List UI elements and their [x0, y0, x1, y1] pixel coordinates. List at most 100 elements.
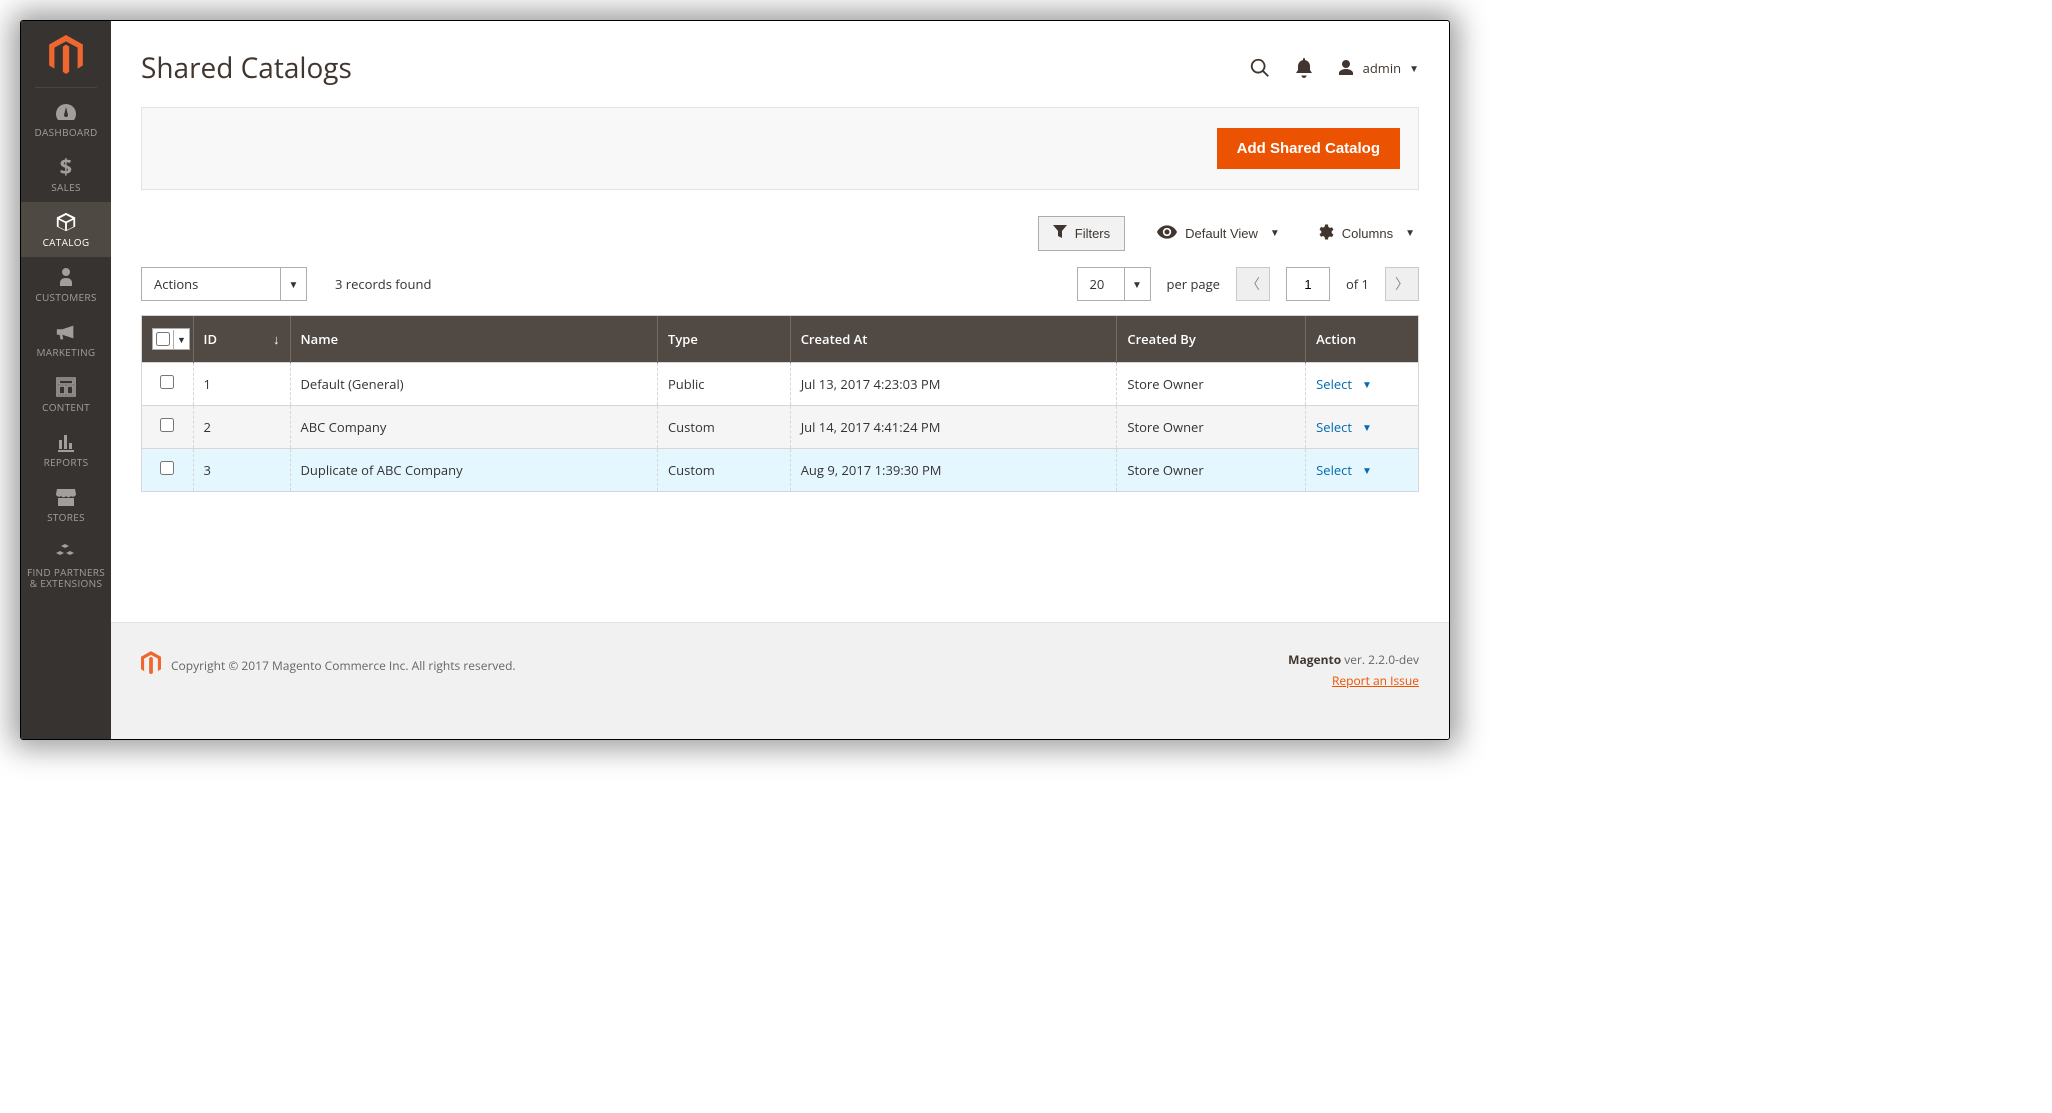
- row-select-action[interactable]: Select▼: [1316, 375, 1408, 393]
- cell-created-at: Jul 14, 2017 4:41:24 PM: [790, 406, 1117, 449]
- sidebar-item-label: DASHBOARD: [30, 127, 101, 138]
- eye-icon: [1157, 225, 1177, 242]
- chevron-down-icon[interactable]: ▼: [281, 267, 307, 301]
- column-header-created-by[interactable]: Created By: [1117, 316, 1306, 363]
- footer-brand: Magento: [1288, 651, 1341, 668]
- admin-footer: Copyright © 2017 Magento Commerce Inc. A…: [111, 622, 1449, 739]
- row-select-action[interactable]: Select▼: [1316, 461, 1408, 479]
- funnel-icon: [1053, 225, 1067, 242]
- megaphone-icon: [55, 320, 77, 344]
- table-row: 1 Default (General) Public Jul 13, 2017 …: [142, 363, 1418, 406]
- column-header-created-at[interactable]: Created At: [790, 316, 1117, 363]
- gear-icon: [1316, 223, 1334, 244]
- column-header-name[interactable]: Name: [290, 316, 657, 363]
- columns-button[interactable]: Columns ▼: [1312, 217, 1419, 250]
- default-view-label: Default View: [1185, 226, 1258, 241]
- bulk-actions-select[interactable]: Actions ▼: [141, 267, 307, 301]
- sidebar-item-partners[interactable]: FIND PARTNERS & EXTENSIONS: [21, 532, 111, 598]
- columns-label: Columns: [1342, 226, 1393, 241]
- cell-created-at: Jul 13, 2017 4:23:03 PM: [790, 363, 1117, 406]
- report-issue-link[interactable]: Report an Issue: [1332, 672, 1419, 689]
- cell-created-at: Aug 9, 2017 1:39:30 PM: [790, 449, 1117, 492]
- chevron-right-icon: 〉: [1395, 274, 1409, 294]
- sidebar-item-reports[interactable]: REPORTS: [21, 422, 111, 477]
- sidebar-item-label: FIND PARTNERS & EXTENSIONS: [21, 567, 111, 589]
- sidebar-item-label: MARKETING: [33, 347, 100, 358]
- column-header-id[interactable]: ID ↓: [193, 316, 290, 363]
- cell-id: 3: [193, 449, 290, 492]
- row-checkbox[interactable]: [160, 375, 174, 389]
- footer-version: ver. 2.2.0-dev: [1341, 651, 1419, 668]
- sidebar-item-label: CONTENT: [38, 402, 94, 413]
- page-actions-bar: Add Shared Catalog: [141, 107, 1419, 190]
- layout-icon: [56, 375, 76, 399]
- copyright-text: Copyright © 2017 Magento Commerce Inc. A…: [171, 657, 516, 674]
- chevron-left-icon: 〈: [1246, 274, 1260, 294]
- table-row: 3 Duplicate of ABC Company Custom Aug 9,…: [142, 449, 1418, 492]
- page-of-label: of 1: [1346, 275, 1369, 293]
- row-checkbox[interactable]: [160, 418, 174, 432]
- chevron-down-icon: ▼: [1405, 228, 1415, 239]
- per-page-select[interactable]: 20 ▼: [1077, 267, 1151, 301]
- chevron-down-icon[interactable]: ▼: [1125, 267, 1151, 301]
- sidebar-item-customers[interactable]: CUSTOMERS: [21, 257, 111, 312]
- cell-name: ABC Company: [290, 406, 657, 449]
- cell-created-by: Store Owner: [1117, 363, 1306, 406]
- next-page-button[interactable]: 〉: [1385, 267, 1419, 301]
- page-number-input[interactable]: [1286, 267, 1330, 301]
- bars-icon: [56, 430, 76, 454]
- chevron-down-icon[interactable]: ▼: [173, 330, 189, 349]
- sidebar-item-dashboard[interactable]: DASHBOARD: [21, 92, 111, 147]
- magento-logo-small: [141, 651, 161, 679]
- table-row: 2 ABC Company Custom Jul 14, 2017 4:41:2…: [142, 406, 1418, 449]
- chevron-down-icon: ▼: [1362, 377, 1372, 391]
- cell-id: 1: [193, 363, 290, 406]
- box-icon: [55, 210, 77, 234]
- filters-label: Filters: [1075, 226, 1110, 241]
- cell-created-by: Store Owner: [1117, 449, 1306, 492]
- cell-created-by: Store Owner: [1117, 406, 1306, 449]
- sidebar-item-label: CATALOG: [39, 237, 94, 248]
- sidebar-item-stores[interactable]: STORES: [21, 477, 111, 532]
- sidebar-item-label: CUSTOMERS: [31, 292, 100, 303]
- cell-name: Default (General): [290, 363, 657, 406]
- add-shared-catalog-button[interactable]: Add Shared Catalog: [1217, 128, 1400, 169]
- filters-button[interactable]: Filters: [1038, 216, 1125, 251]
- column-header-action[interactable]: Action: [1306, 316, 1418, 363]
- page-title: Shared Catalogs: [141, 49, 352, 87]
- gauge-icon: [54, 100, 78, 124]
- shared-catalogs-grid: ▼ ID ↓ Name Type Created At Created By A…: [141, 315, 1419, 492]
- select-all-header[interactable]: ▼: [142, 316, 193, 363]
- person-icon: [58, 265, 74, 289]
- chevron-down-icon: ▼: [1362, 463, 1372, 477]
- default-view-button[interactable]: Default View ▼: [1153, 219, 1284, 248]
- bell-icon[interactable]: [1295, 58, 1313, 78]
- sidebar-item-label: SALES: [47, 182, 85, 193]
- blocks-icon: [55, 540, 77, 564]
- magento-logo[interactable]: [21, 21, 111, 85]
- chevron-down-icon: ▼: [1409, 61, 1419, 75]
- column-header-type[interactable]: Type: [657, 316, 790, 363]
- sort-desc-icon: ↓: [273, 330, 280, 348]
- account-label: admin: [1363, 59, 1401, 77]
- account-menu[interactable]: admin ▼: [1337, 59, 1419, 77]
- per-page-value: 20: [1077, 267, 1125, 301]
- bulk-actions-label: Actions: [141, 267, 281, 301]
- select-all-checkbox[interactable]: [156, 332, 170, 346]
- sidebar-item-content[interactable]: CONTENT: [21, 367, 111, 422]
- prev-page-button[interactable]: 〈: [1236, 267, 1270, 301]
- dollar-icon: $: [57, 155, 75, 179]
- sidebar-item-label: STORES: [43, 512, 89, 523]
- row-checkbox[interactable]: [160, 461, 174, 475]
- sidebar-item-marketing[interactable]: MARKETING: [21, 312, 111, 367]
- sidebar-item-sales[interactable]: $ SALES: [21, 147, 111, 202]
- chevron-down-icon: ▼: [1362, 420, 1372, 434]
- sidebar-item-label: REPORTS: [40, 457, 93, 468]
- search-icon[interactable]: [1249, 57, 1271, 79]
- per-page-label: per page: [1167, 275, 1220, 293]
- cell-type: Custom: [657, 406, 790, 449]
- row-select-action[interactable]: Select▼: [1316, 418, 1408, 436]
- cell-name: Duplicate of ABC Company: [290, 449, 657, 492]
- sidebar-item-catalog[interactable]: CATALOG: [21, 202, 111, 257]
- chevron-down-icon: ▼: [1270, 228, 1280, 239]
